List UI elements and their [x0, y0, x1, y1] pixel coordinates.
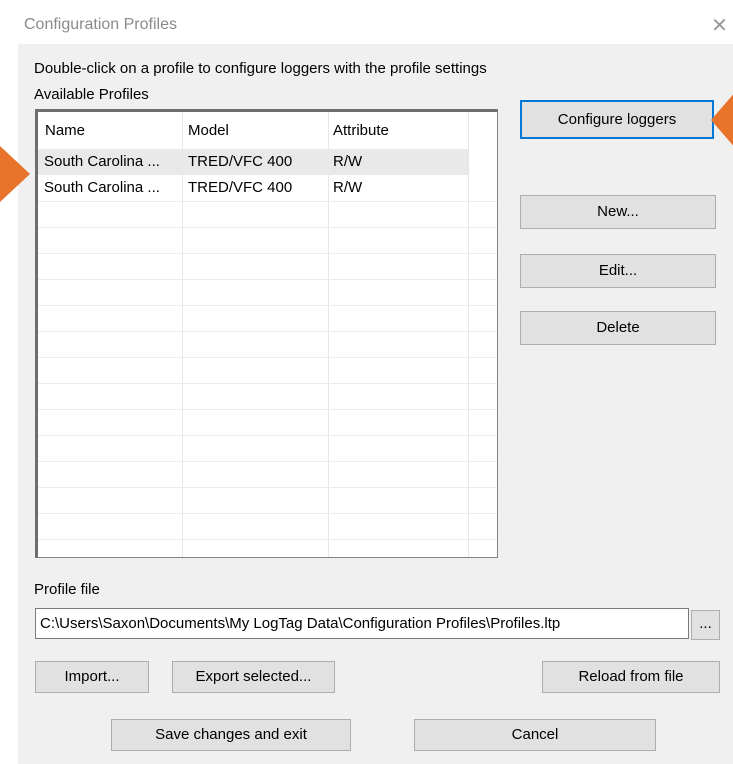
grid-line	[38, 201, 497, 202]
grid-line	[38, 539, 497, 540]
profile-file-path-field[interactable]: C:\Users\Saxon\Documents\My LogTag Data\…	[35, 608, 689, 639]
grid-line	[38, 331, 497, 332]
grid-line	[38, 435, 497, 436]
cancel-button[interactable]: Cancel	[414, 719, 656, 751]
edit-profile-button[interactable]: Edit...	[520, 254, 716, 288]
grid-line	[38, 409, 497, 410]
close-icon[interactable]: ✕	[706, 10, 733, 40]
cell-name: South Carolina ...	[44, 153, 160, 170]
grid-line	[38, 383, 497, 384]
import-button[interactable]: Import...	[35, 661, 149, 693]
callout-arrow-icon	[711, 90, 733, 150]
available-profiles-label: Available Profiles	[34, 86, 149, 103]
title-bar: Configuration Profiles ✕	[18, 0, 733, 44]
new-profile-button[interactable]: New...	[520, 195, 716, 229]
cell-attribute: R/W	[333, 179, 363, 196]
column-header-model[interactable]: Model	[188, 122, 229, 139]
grid-line	[38, 461, 497, 462]
cell-attribute: R/W	[333, 153, 363, 170]
browse-button[interactable]: ...	[691, 610, 720, 640]
table-row[interactable]: South Carolina ... TRED/VFC 400 R/W	[38, 175, 468, 201]
profile-file-label: Profile file	[34, 581, 100, 598]
cell-model: TRED/VFC 400	[188, 153, 293, 170]
cell-model: TRED/VFC 400	[188, 179, 293, 196]
instructions-text: Double-click on a profile to configure l…	[34, 60, 487, 77]
delete-profile-button[interactable]: Delete	[520, 311, 716, 345]
profiles-list[interactable]: Name Model Attribute South Carolina ... …	[35, 109, 498, 558]
grid-line	[38, 253, 497, 254]
grid-line	[38, 227, 497, 228]
export-selected-button[interactable]: Export selected...	[172, 661, 335, 693]
column-divider	[468, 112, 469, 557]
column-header-attribute[interactable]: Attribute	[333, 122, 389, 139]
configuration-profiles-dialog: Configuration Profiles ✕ Double-click on…	[18, 0, 733, 764]
grid-line	[38, 357, 497, 358]
callout-arrow-icon	[0, 146, 30, 202]
table-row[interactable]: South Carolina ... TRED/VFC 400 R/W	[38, 149, 468, 175]
grid-line	[38, 487, 497, 488]
cell-name: South Carolina ...	[44, 179, 160, 196]
grid-line	[38, 279, 497, 280]
grid-line	[38, 513, 497, 514]
reload-from-file-button[interactable]: Reload from file	[542, 661, 720, 693]
column-header-name[interactable]: Name	[45, 122, 85, 139]
configure-loggers-button[interactable]: Configure loggers	[520, 100, 714, 139]
save-changes-and-exit-button[interactable]: Save changes and exit	[111, 719, 351, 751]
grid-line	[38, 305, 497, 306]
window-title: Configuration Profiles	[24, 16, 177, 33]
list-header: Name Model Attribute	[38, 112, 497, 147]
